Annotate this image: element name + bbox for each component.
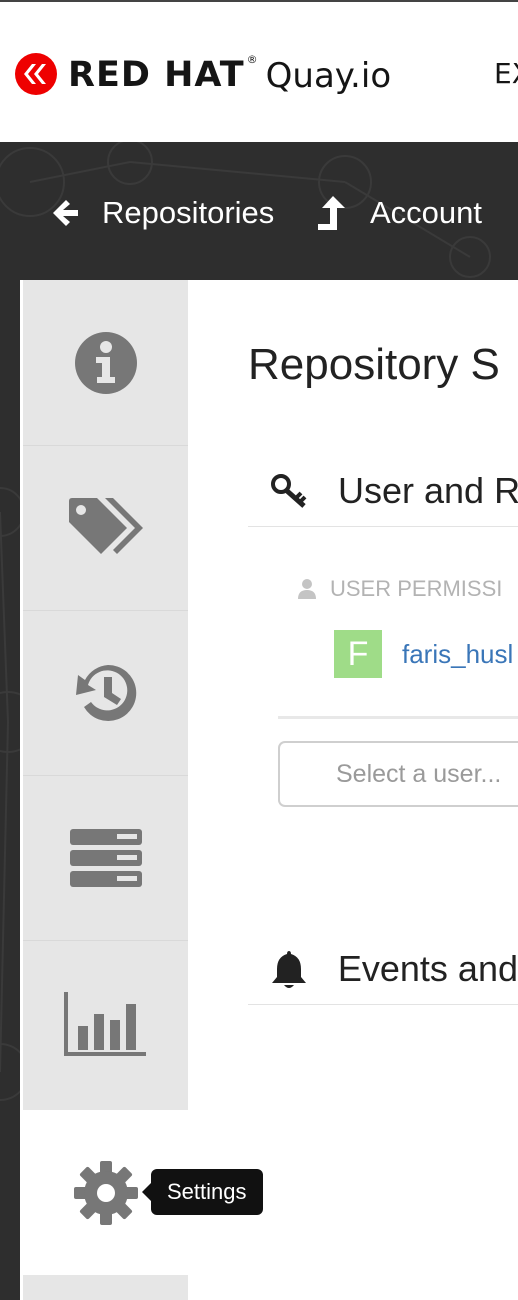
avatar: F (334, 630, 382, 678)
nav-repositories-label: Repositories (102, 195, 275, 230)
user-select-input[interactable]: Select a user... (278, 741, 518, 807)
product-name: Quay.io (265, 56, 392, 96)
tab-builds[interactable] (23, 775, 188, 941)
user-permissions-label: USER PERMISSI (298, 576, 502, 602)
sidebar-tail (23, 1275, 188, 1300)
arrow-up-corner-icon (318, 196, 345, 230)
permission-row: F faris_husl (334, 630, 513, 678)
brand-text: RED HAT (68, 55, 245, 95)
tab-tags[interactable] (23, 445, 188, 611)
tab-information[interactable] (23, 280, 188, 446)
user-icon (298, 579, 316, 599)
settings-tooltip: Settings (142, 1169, 263, 1215)
nav-account-label: Account (370, 195, 483, 230)
redhat-quay-logo[interactable]: RED HAT ® Quay.io (14, 52, 391, 96)
page-title: Repository S (248, 340, 500, 389)
nav-account-link[interactable]: Account (316, 192, 482, 234)
redhat-logo-icon (15, 53, 57, 95)
arrow-left-icon (53, 200, 78, 226)
user-permissions-label-text: USER PERMISSI (330, 576, 503, 601)
history-icon (75, 664, 136, 721)
sidebar-tabs (23, 280, 188, 1110)
nav-repositories-link[interactable]: Repositories (50, 192, 274, 234)
key-icon (271, 474, 307, 508)
tab-usage-logs[interactable] (23, 940, 188, 1105)
top-header: RED HAT ® Quay.io EX (0, 0, 518, 142)
builds-icon (69, 828, 142, 887)
info-icon (74, 331, 137, 394)
tags-icon (68, 497, 143, 554)
permission-user-link[interactable]: faris_husl (402, 639, 513, 670)
user-permissions-title: User and R (338, 470, 518, 511)
registered-mark: ® (246, 52, 258, 66)
events-section-header: Events and (248, 934, 518, 1005)
breadcrumb: Repositories Account (0, 142, 518, 280)
bell-icon (272, 951, 306, 988)
tab-history[interactable] (23, 610, 188, 776)
repository-panel: Settings Repository S User and R USER PE… (20, 280, 518, 1300)
divider (278, 716, 518, 719)
usage-logs-icon (63, 991, 146, 1056)
gear-icon (73, 1160, 138, 1225)
header-nav-item[interactable]: EX (494, 57, 518, 90)
user-permissions-section-header: User and R (248, 456, 518, 527)
events-title: Events and (337, 948, 518, 989)
